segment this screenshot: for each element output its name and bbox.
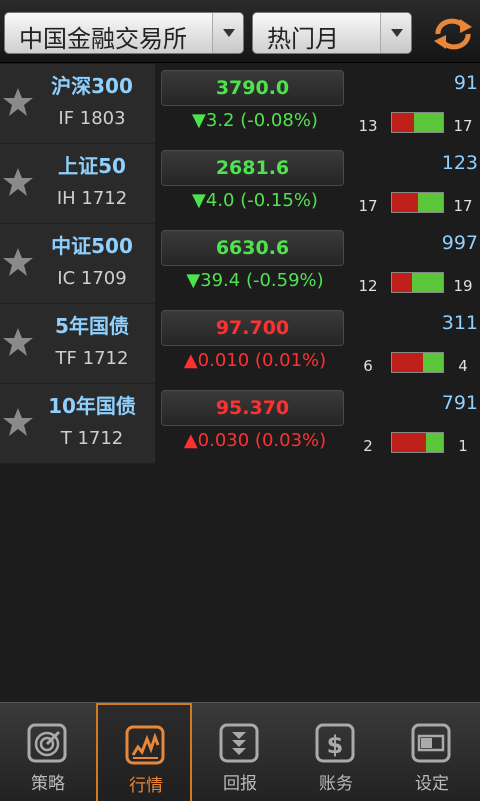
volume-value: 997 <box>441 232 478 254</box>
tab-quotes-label: 行情 <box>129 776 163 796</box>
contract-name: 上证50 <box>58 154 126 178</box>
buy-ratio-fill <box>392 273 412 292</box>
buy-count: 13 <box>358 117 378 135</box>
price-button[interactable]: 3790.0 <box>161 70 344 106</box>
buy-count: 12 <box>358 277 378 295</box>
buy-count: 17 <box>358 197 378 215</box>
toggle-icon <box>411 723 451 763</box>
dollar-icon: $ <box>315 723 355 763</box>
contract-code: TF 1712 <box>55 348 129 369</box>
contract-code: T 1712 <box>60 428 124 449</box>
buy-ratio-fill <box>392 113 414 132</box>
buy-count: 2 <box>363 437 373 455</box>
sell-count: 19 <box>453 277 473 295</box>
price-change: ▼39.4 (-0.59%) <box>186 270 324 291</box>
contract-code: IC 1709 <box>57 268 127 289</box>
buy-ratio-fill <box>392 353 423 372</box>
contract-code: IF 1803 <box>58 108 126 129</box>
volume-value: 791 <box>441 392 478 414</box>
contract-cell[interactable]: 中证500 IC 1709 <box>0 224 155 304</box>
contract-cell[interactable]: 5年国债 TF 1712 <box>0 304 155 384</box>
tab-strategy-label: 策略 <box>31 774 65 794</box>
star-icon[interactable] <box>2 86 34 118</box>
download-arrows-icon <box>219 723 259 763</box>
quote-row[interactable]: 10年国债 T 1712 95.370 ▲0.030 (0.03%) 791 2 1 <box>0 384 480 464</box>
volume-value: 123 <box>441 152 478 174</box>
price-change: ▲0.010 (0.01%) <box>183 350 327 371</box>
sell-count: 4 <box>458 357 468 375</box>
contract-name: 5年国债 <box>55 314 129 338</box>
volume-value: 311 <box>441 312 478 334</box>
top-bar: 中国金融交易所 热门月 <box>0 0 480 63</box>
svg-text:$: $ <box>327 731 344 759</box>
contract-cell[interactable]: 10年国债 T 1712 <box>0 384 155 464</box>
quote-row[interactable]: 中证500 IC 1709 6630.6 ▼39.4 (-0.59%) 997 12 19 <box>0 224 480 304</box>
tab-settings-label: 设定 <box>415 774 449 794</box>
target-icon <box>27 723 67 763</box>
contract-name: 10年国债 <box>48 394 136 418</box>
chart-icon <box>125 725 165 765</box>
period-select[interactable]: 热门月 <box>252 12 412 54</box>
refresh-icon[interactable] <box>430 14 476 54</box>
star-icon[interactable] <box>2 406 34 438</box>
contract-code: IH 1712 <box>56 188 128 209</box>
price-button[interactable]: 2681.6 <box>161 150 344 186</box>
buy-sell-ratio-bar <box>391 432 444 453</box>
price-button[interactable]: 95.370 <box>161 390 344 426</box>
contract-cell[interactable]: 上证50 IH 1712 <box>0 144 155 224</box>
contract-name: 沪深300 <box>51 74 133 98</box>
tab-reports-label: 回报 <box>223 774 257 794</box>
price-change: ▼3.2 (-0.08%) <box>192 110 318 131</box>
tab-accounts[interactable]: $ 账务 <box>288 703 384 801</box>
price-change: ▼4.0 (-0.15%) <box>192 190 318 211</box>
volume-value: 91 <box>453 72 478 94</box>
tab-quotes[interactable]: 行情 <box>96 703 192 801</box>
tab-reports[interactable]: 回报 <box>192 703 288 801</box>
buy-sell-ratio-bar <box>391 192 444 213</box>
sell-count: 1 <box>458 437 468 455</box>
price-change: ▲0.030 (0.03%) <box>183 430 327 451</box>
contract-name: 中证500 <box>51 234 133 258</box>
price-button[interactable]: 6630.6 <box>161 230 344 266</box>
quote-row[interactable]: 沪深300 IF 1803 3790.0 ▼3.2 (-0.08%) 91 13 17 <box>0 64 480 144</box>
chevron-down-icon[interactable] <box>380 13 411 53</box>
contract-cell[interactable]: 沪深300 IF 1803 <box>0 64 155 144</box>
tab-settings[interactable]: 设定 <box>384 703 480 801</box>
sell-count: 17 <box>453 197 473 215</box>
quote-row[interactable]: 上证50 IH 1712 2681.6 ▼4.0 (-0.15%) 123 17 17 <box>0 144 480 224</box>
buy-sell-ratio-bar <box>391 112 444 133</box>
buy-sell-ratio-bar <box>391 272 444 293</box>
buy-ratio-fill <box>392 433 427 452</box>
exchange-select[interactable]: 中国金融交易所 <box>4 12 244 54</box>
star-icon[interactable] <box>2 326 34 358</box>
period-select-value: 热门月 <box>267 25 339 53</box>
buy-count: 6 <box>363 357 373 375</box>
star-icon[interactable] <box>2 246 34 278</box>
exchange-select-value: 中国金融交易所 <box>19 25 187 53</box>
buy-sell-ratio-bar <box>391 352 444 373</box>
quote-row[interactable]: 5年国债 TF 1712 97.700 ▲0.010 (0.01%) 311 6 4 <box>0 304 480 384</box>
buy-ratio-fill <box>392 193 418 212</box>
sell-count: 17 <box>453 117 473 135</box>
tab-accounts-label: 账务 <box>319 774 353 794</box>
chevron-down-icon[interactable] <box>212 13 243 53</box>
price-button[interactable]: 97.700 <box>161 310 344 346</box>
star-icon[interactable] <box>2 166 34 198</box>
tab-strategy[interactable]: 策略 <box>0 703 96 801</box>
bottom-tab-bar: 策略 行情 回报 $ 账务 设定 <box>0 702 480 801</box>
